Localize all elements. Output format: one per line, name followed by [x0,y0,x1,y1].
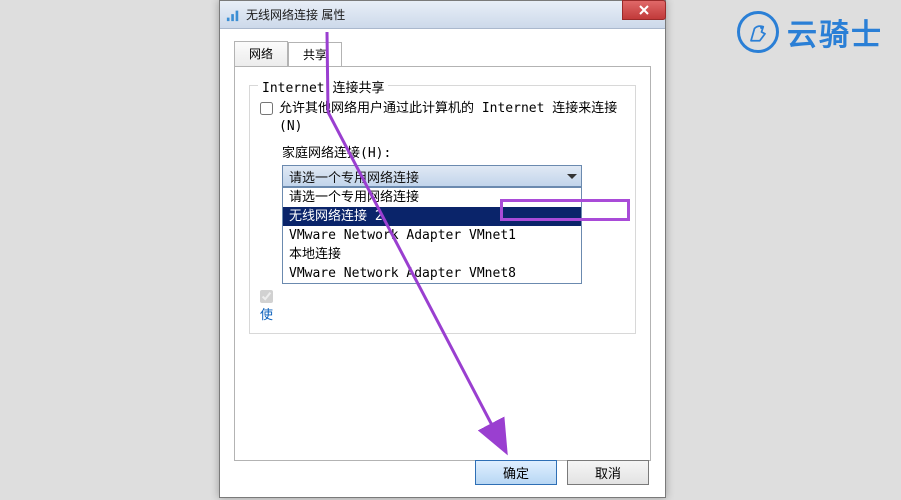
network-icon [226,8,240,22]
tab-network[interactable]: 网络 [234,41,288,66]
close-button[interactable] [622,0,666,20]
checkbox-allow-share[interactable] [260,102,273,115]
home-network-dropdown[interactable]: 请选一个专用网络连接 [282,165,582,187]
dropdown-selected: 请选一个专用网络连接 [289,167,419,186]
cancel-button[interactable]: 取消 [567,460,649,485]
chevron-down-icon [567,174,577,179]
list-item-selected[interactable]: 无线网络连接 2 [283,207,581,226]
dropdown-list: 请选一个专用网络连接 无线网络连接 2 VMware Network Adapt… [282,187,582,284]
list-item[interactable]: VMware Network Adapter VMnet1 [283,226,581,245]
dialog-body: 网络 共享 Internet 连接共享 允许其他网络用户通过此计算机的 Inte… [220,29,665,457]
titlebar: 无线网络连接 属性 [220,1,665,29]
groupbox-ics: Internet 连接共享 允许其他网络用户通过此计算机的 Internet 连… [249,85,636,334]
tab-share[interactable]: 共享 [288,42,342,67]
settings-link-prefix[interactable]: 使 [260,308,273,323]
list-item[interactable]: 请选一个专用网络连接 [283,188,581,207]
list-item[interactable]: VMware Network Adapter VMnet8 [283,264,581,283]
ok-button[interactable]: 确定 [475,460,557,485]
tab-panel-share: Internet 连接共享 允许其他网络用户通过此计算机的 Internet 连… [234,66,651,461]
close-icon [639,5,649,15]
home-network-label: 家庭网络连接(H): [282,142,625,161]
knight-icon [737,11,779,53]
list-item[interactable]: 本地连接 [283,245,581,264]
checkbox-allow-share-label: 允许其他网络用户通过此计算机的 Internet 连接来连接(N) [279,100,625,136]
properties-dialog: 无线网络连接 属性 网络 共享 Internet 连接共享 允许其他网络用户通过… [219,0,666,498]
groupbox-title: Internet 连接共享 [258,77,388,96]
brand-text: 云骑士 [787,10,883,54]
checkbox-allow-control[interactable] [260,290,273,303]
brand-logo: 云骑士 [737,10,883,54]
window-title: 无线网络连接 属性 [246,6,345,23]
